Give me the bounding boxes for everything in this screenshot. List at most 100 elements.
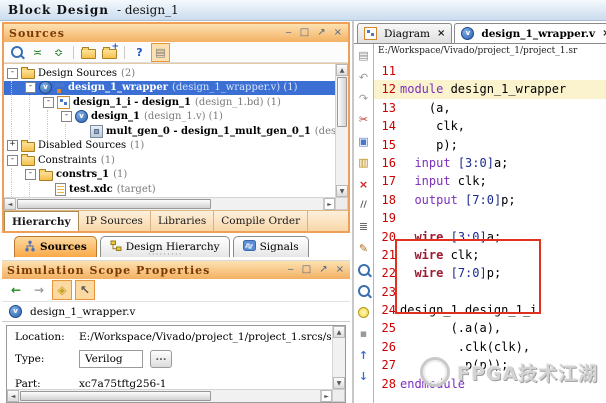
breakpoint-button[interactable]: ▪: [354, 323, 373, 344]
editor-tab-diagram[interactable]: Diagram×: [357, 23, 452, 43]
scroll-up-icon[interactable]: ▲: [336, 64, 348, 76]
scroll-up-icon[interactable]: ▲: [333, 326, 345, 338]
add-sources-button[interactable]: [100, 43, 119, 62]
scroll-down-icon[interactable]: ▼: [333, 377, 345, 389]
format-button[interactable]: ≣: [354, 216, 373, 237]
code-line[interactable]: 27 .p(p));: [374, 356, 606, 374]
paste-button[interactable]: ▥: [354, 152, 373, 173]
tree-item-design-sources[interactable]: -Design Sources(2): [4, 66, 335, 81]
code-line[interactable]: 28endmodule: [374, 375, 606, 393]
tree-item-constrs_1[interactable]: -constrs_1(1): [4, 168, 335, 183]
search-button[interactable]: [7, 43, 26, 62]
edit-button[interactable]: ✎: [354, 238, 373, 259]
xdc-file-icon: [55, 183, 66, 196]
code-line[interactable]: 11: [374, 62, 606, 80]
close-icon[interactable]: ×: [602, 28, 606, 39]
lightbulb-button[interactable]: [354, 302, 373, 323]
collapse-icon[interactable]: -: [43, 97, 54, 108]
editor-tab-design_1_wrapper-v[interactable]: design_1_wrapper.v×: [454, 23, 606, 43]
code-line[interactable]: 12module design_1_wrapper: [374, 80, 606, 98]
scroll-left-icon[interactable]: ◄: [4, 198, 16, 210]
panel-tab-sources[interactable]: Sources: [14, 236, 97, 257]
tree-indent: [11, 95, 25, 110]
tree-item-mult_gen_0-design_1_mult_gen_0_1[interactable]: mult_gen_0 - design_1_mult_gen_0_1(desig: [4, 124, 335, 139]
maximize-icon[interactable]: □: [300, 25, 310, 41]
move-up-button[interactable]: ↑: [354, 344, 373, 365]
close-icon[interactable]: ×: [334, 25, 343, 41]
collapse-icon[interactable]: -: [7, 68, 18, 79]
float-icon[interactable]: ↗: [319, 262, 328, 278]
scroll-down-icon[interactable]: ▼: [336, 185, 348, 197]
select-pointer-button[interactable]: ↖: [75, 280, 95, 300]
code-line[interactable]: 23: [374, 283, 606, 301]
collapse-icon[interactable]: -: [61, 111, 72, 122]
code-line[interactable]: 13 (a,: [374, 99, 606, 117]
properties-horizontal-scrollbar[interactable]: ◄ ►: [7, 389, 332, 402]
code-line[interactable]: 24design_1 design_1_i: [374, 301, 606, 319]
tree-item-disabled-sources[interactable]: +Disabled Sources(1): [4, 139, 335, 154]
move-down-button[interactable]: ↓: [354, 366, 373, 387]
tree-horizontal-scrollbar[interactable]: ◄ ►: [4, 197, 335, 210]
code-line[interactable]: 22 wire [7:0]p;: [374, 264, 606, 282]
undo-button[interactable]: ↶: [354, 66, 373, 87]
tree-item-design_1[interactable]: -design_1(design_1.v) (1): [4, 110, 335, 125]
tree-vertical-scrollbar[interactable]: ▲ ▼: [335, 64, 348, 197]
tree-item-design_1_wrapper[interactable]: -design_1_wrapper(design_1_wrapper.v) (1…: [4, 81, 335, 96]
expand-all-button[interactable]: ≎: [49, 43, 68, 62]
scrollbar-thumb[interactable]: [17, 199, 211, 209]
view-tab-compile-order[interactable]: Compile Order: [214, 211, 308, 231]
scroll-left-icon[interactable]: ◄: [7, 390, 19, 402]
properties-vertical-scrollbar[interactable]: ▲ ▼: [332, 326, 345, 389]
properties-toggle-button[interactable]: ◈: [52, 280, 72, 300]
scroll-right-icon[interactable]: ►: [323, 198, 335, 210]
code-line[interactable]: 25 (.a(a),: [374, 319, 606, 337]
type-more-button[interactable]: ...: [150, 350, 172, 368]
type-value-field[interactable]: Verilog: [79, 350, 143, 368]
code-line[interactable]: 21 wire clk;: [374, 246, 606, 264]
minimize-icon[interactable]: ‒: [285, 25, 292, 41]
close-icon[interactable]: ×: [336, 262, 345, 278]
copy-button[interactable]: ▣: [354, 131, 373, 152]
back-button[interactable]: ←: [6, 280, 26, 300]
expand-icon[interactable]: +: [7, 140, 18, 151]
view-tab-ip-sources[interactable]: IP Sources: [79, 211, 151, 231]
delete-button[interactable]: ×: [354, 173, 373, 194]
collapse-icon[interactable]: -: [7, 155, 18, 166]
code-line[interactable]: 16 input [3:0]a;: [374, 154, 606, 172]
code-editor[interactable]: 1112module design_1_wrapper13 (a,14 clk,…: [374, 61, 606, 403]
find-replace-button[interactable]: [354, 280, 373, 301]
collapse-all-button[interactable]: ≍: [28, 43, 47, 62]
collapse-icon[interactable]: -: [25, 169, 36, 180]
minimize-icon[interactable]: ‒: [287, 262, 294, 278]
close-icon[interactable]: ×: [437, 28, 445, 39]
scroll-right-icon[interactable]: ►: [320, 390, 332, 402]
cut-button[interactable]: ✂: [354, 109, 373, 130]
code-line[interactable]: 14 clk,: [374, 117, 606, 135]
open-folder-button[interactable]: [79, 43, 98, 62]
code-line[interactable]: 26 .clk(clk),: [374, 338, 606, 356]
splitter-handle[interactable]: ·········: [148, 250, 183, 260]
code-line[interactable]: 15 p);: [374, 136, 606, 154]
maximize-icon[interactable]: □: [302, 262, 312, 278]
forward-button[interactable]: →: [29, 280, 49, 300]
collapse-icon[interactable]: -: [25, 82, 36, 93]
tree-item-test-xdc[interactable]: test.xdc(target): [4, 182, 335, 197]
code-line[interactable]: 20 wire [3:0]a;: [374, 228, 606, 246]
comment-button[interactable]: //: [354, 195, 373, 216]
view-tab-hierarchy[interactable]: Hierarchy: [4, 211, 79, 231]
code-line[interactable]: 17 input clk;: [374, 172, 606, 190]
tree-item-constraints[interactable]: -Constraints(1): [4, 153, 335, 168]
code-line[interactable]: 18 output [7:0]p;: [374, 191, 606, 209]
scrollbar-thumb[interactable]: [337, 77, 347, 127]
tree-item-design_1_i-design_1[interactable]: -design_1_i - design_1(design_1.bd) (1): [4, 95, 335, 110]
save-file-button[interactable]: ▤: [354, 45, 373, 66]
scroll-to-selected-button[interactable]: ▤: [151, 43, 170, 62]
redo-button[interactable]: ↷: [354, 88, 373, 109]
find-button[interactable]: [354, 259, 373, 280]
code-line[interactable]: 19: [374, 209, 606, 227]
panel-tab-signals[interactable]: Signals: [233, 236, 309, 257]
help-button[interactable]: ?: [130, 43, 149, 62]
view-tab-libraries[interactable]: Libraries: [151, 211, 214, 231]
scrollbar-thumb[interactable]: [20, 391, 211, 401]
float-icon[interactable]: ↗: [317, 25, 326, 41]
